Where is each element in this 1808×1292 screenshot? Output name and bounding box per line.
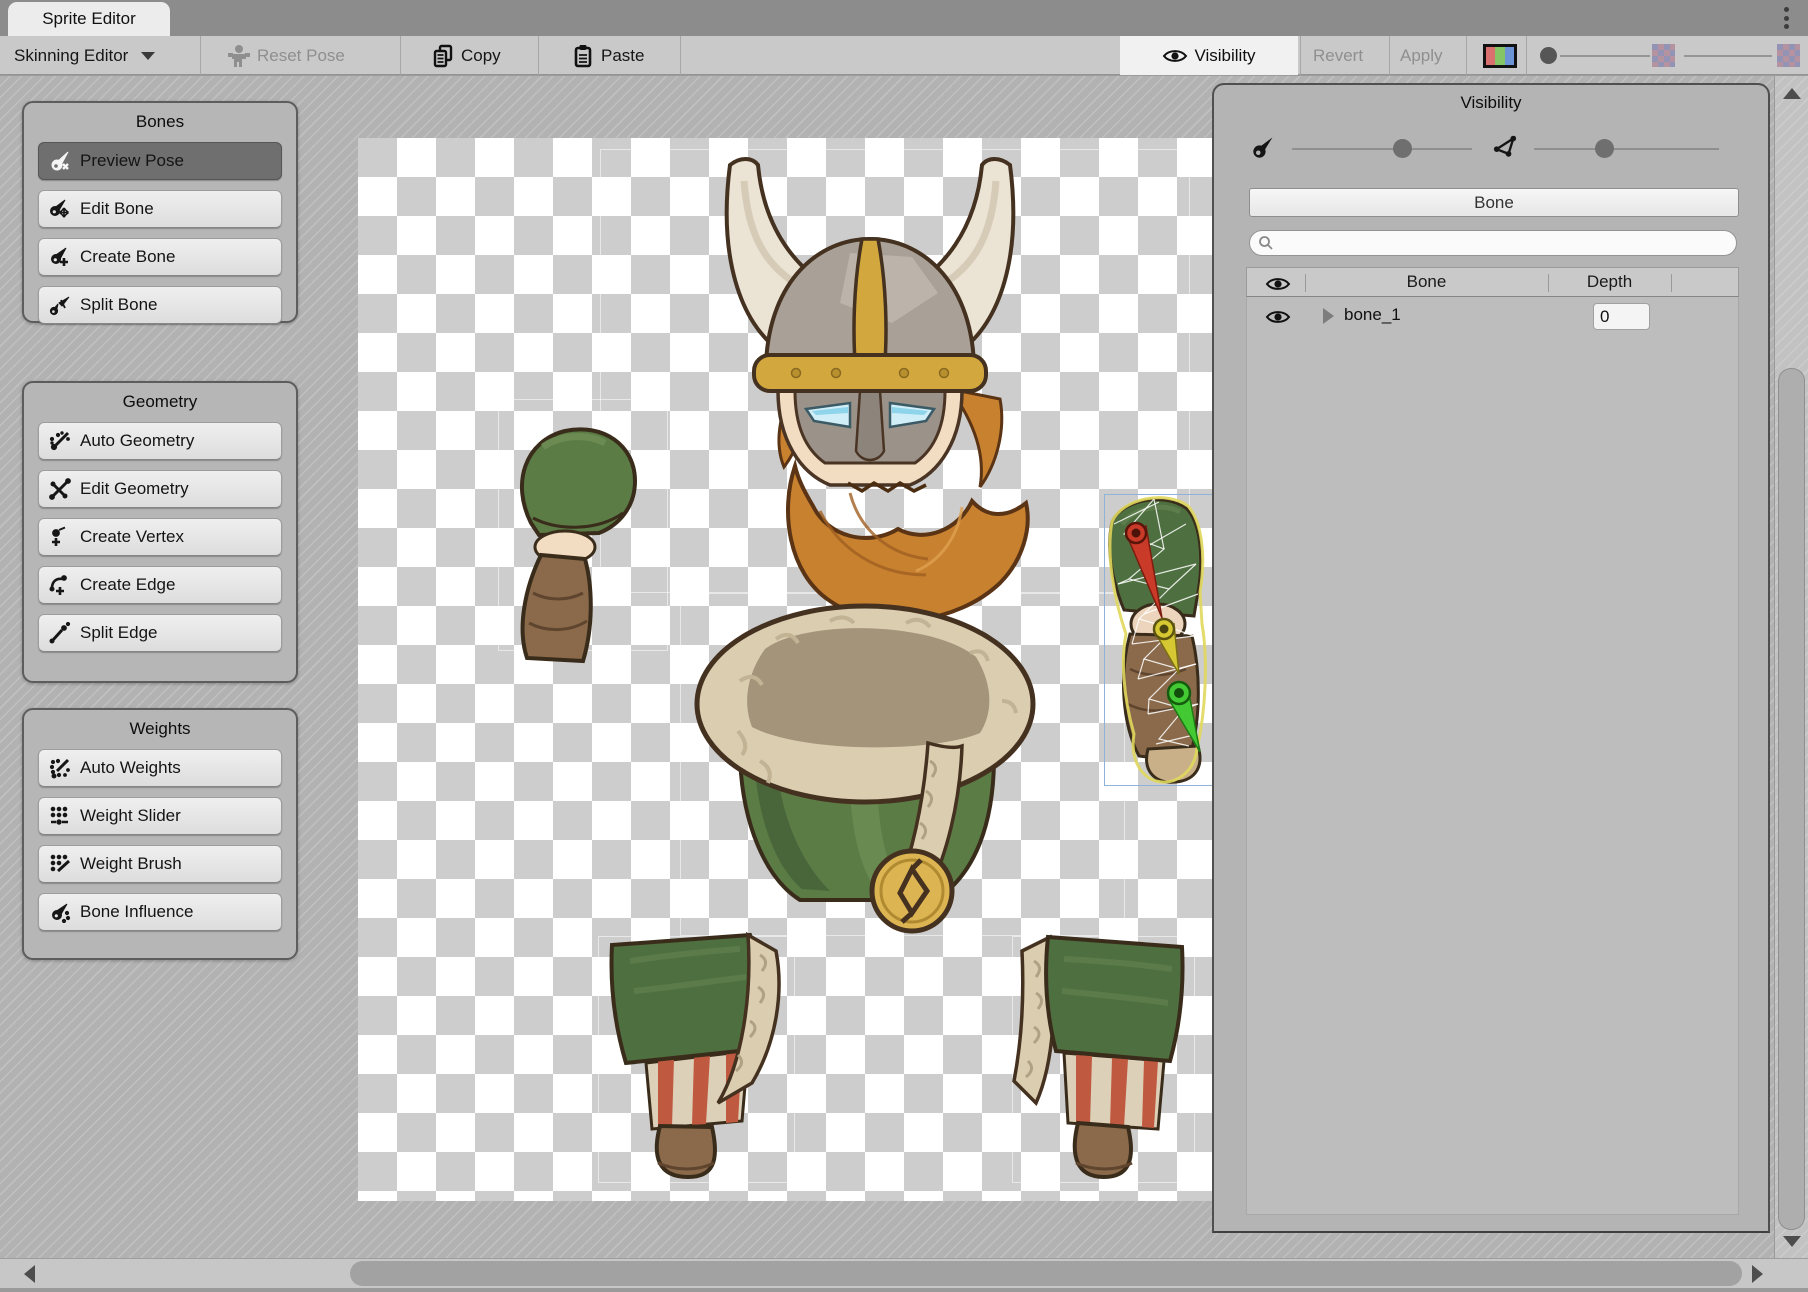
bone-row[interactable]: bone_1 [1247, 297, 1738, 335]
visibility-panel-title: Visibility [1214, 93, 1768, 113]
bones-panel: Bones Preview Pose Edit Bone [22, 101, 298, 323]
auto-geometry-icon [49, 430, 71, 452]
scroll-up-icon[interactable] [1783, 88, 1801, 99]
bone-opacity-slider[interactable] [1292, 148, 1472, 150]
row-eye-icon[interactable] [1265, 308, 1291, 326]
copy-button[interactable]: Copy [432, 36, 501, 75]
sprite-sheet-texture[interactable] [358, 138, 1212, 1201]
pose-person-icon [228, 44, 250, 68]
paste-button[interactable]: Paste [572, 36, 644, 75]
search-input[interactable] [1249, 230, 1737, 256]
bone-tab-button[interactable]: Bone [1249, 188, 1739, 217]
scroll-left-icon[interactable] [24, 1265, 35, 1283]
reset-pose-button[interactable]: Reset Pose [228, 36, 345, 75]
weight-slider-icon [49, 805, 71, 827]
table-header: Bone Depth [1246, 267, 1739, 297]
split-edge-button[interactable]: Split Edge [38, 614, 282, 652]
geometry-panel: Geometry Auto Geometry Edit Geometry [22, 381, 298, 683]
visibility-column-eye-icon[interactable] [1265, 275, 1291, 293]
mesh-outline-icon [1492, 135, 1518, 161]
auto-geometry-button[interactable]: Auto Geometry [38, 422, 282, 460]
preview-pose-button[interactable]: Preview Pose [38, 142, 282, 180]
kebab-menu-icon[interactable] [1776, 5, 1796, 31]
tab-bar: Sprite Editor [0, 0, 1808, 36]
geometry-panel-title: Geometry [24, 383, 296, 422]
mesh-opacity-slider[interactable] [1534, 148, 1719, 150]
preview-pose-icon [49, 150, 71, 172]
vertical-scrollbar[interactable] [1774, 76, 1808, 1259]
weights-panel-title: Weights [24, 710, 296, 749]
viking-glove-sprite[interactable] [503, 423, 668, 668]
viking-left-leg-sprite[interactable] [600, 931, 800, 1183]
texture-alpha-icon[interactable] [1652, 44, 1675, 67]
split-bone-button[interactable]: Split Bone [38, 286, 282, 324]
bone-opacity-slider-handle[interactable] [1393, 139, 1412, 158]
visibility-panel: Visibility Bone [1212, 83, 1770, 1233]
bone-name-label: bone_1 [1344, 305, 1401, 325]
horizontal-scrollbar-thumb[interactable] [350, 1261, 1742, 1286]
table-body: bone_1 [1246, 297, 1739, 1215]
bone-visibility-table: Bone Depth bone_1 [1246, 267, 1739, 1215]
weight-brush-icon [49, 853, 71, 875]
visibility-toggle-button[interactable]: Visibility [1120, 36, 1298, 75]
bone-influence-button[interactable]: Bone Influence [38, 893, 282, 931]
tab-sprite-editor[interactable]: Sprite Editor [8, 2, 170, 36]
auto-weights-icon [49, 757, 71, 779]
bone-column-header[interactable]: Bone [1305, 272, 1548, 292]
edit-bone-icon [49, 198, 71, 220]
edit-geometry-button[interactable]: Edit Geometry [38, 470, 282, 508]
bone-influence-icon [49, 901, 71, 923]
vertical-scrollbar-thumb[interactable] [1778, 368, 1805, 1230]
skinning-editor-dropdown[interactable]: Skinning Editor [14, 36, 155, 75]
texture-alpha-end-icon[interactable] [1777, 44, 1800, 67]
create-edge-button[interactable]: Create Edge [38, 566, 282, 604]
apply-button[interactable]: Apply [1400, 36, 1443, 75]
edit-geometry-icon [49, 478, 71, 500]
toolbar: Skinning Editor Reset Pose Copy [0, 36, 1808, 75]
create-edge-icon [49, 574, 71, 596]
horizontal-scrollbar[interactable] [0, 1258, 1808, 1288]
weights-panel: Weights Auto Weights Weight Slider [22, 708, 298, 960]
depth-column-header[interactable]: Depth [1548, 272, 1671, 292]
sprite-selection-rect [1104, 494, 1212, 786]
paste-icon [572, 44, 594, 68]
mesh-opacity-slider-handle[interactable] [1595, 139, 1614, 158]
window-bottom-edge [0, 1288, 1808, 1292]
eye-icon [1162, 47, 1188, 65]
expander-triangle-icon[interactable] [1323, 308, 1334, 324]
edit-bone-button[interactable]: Edit Bone [38, 190, 282, 228]
bones-panel-title: Bones [24, 103, 296, 142]
scroll-down-icon[interactable] [1783, 1236, 1801, 1247]
weight-brush-button[interactable]: Weight Brush [38, 845, 282, 883]
depth-input[interactable] [1593, 303, 1650, 330]
auto-weights-button[interactable]: Auto Weights [38, 749, 282, 787]
weight-slider-button[interactable]: Weight Slider [38, 797, 282, 835]
split-edge-icon [49, 622, 71, 644]
split-bone-icon [49, 294, 71, 316]
revert-button[interactable]: Revert [1313, 36, 1363, 75]
viking-right-leg-sprite[interactable] [1012, 931, 1197, 1183]
sprite-editor-window: Sprite Editor Skinning Editor Reset Pose… [0, 0, 1808, 1292]
sprite-color-overlay-icon[interactable] [1483, 44, 1517, 68]
create-vertex-button[interactable]: Create Vertex [38, 518, 282, 556]
create-bone-icon [49, 246, 71, 268]
bone-filled-icon [1250, 135, 1276, 161]
create-bone-button[interactable]: Create Bone [38, 238, 282, 276]
viking-torso-sprite[interactable] [680, 591, 1050, 936]
scroll-right-icon[interactable] [1752, 1265, 1763, 1283]
search-icon [1258, 235, 1274, 251]
create-vertex-icon [49, 526, 71, 548]
chevron-down-icon [141, 52, 155, 60]
copy-icon [432, 44, 454, 68]
alpha-slider-handle[interactable] [1540, 47, 1557, 64]
canvas-area[interactable]: Bones Preview Pose Edit Bone [0, 75, 1808, 1258]
